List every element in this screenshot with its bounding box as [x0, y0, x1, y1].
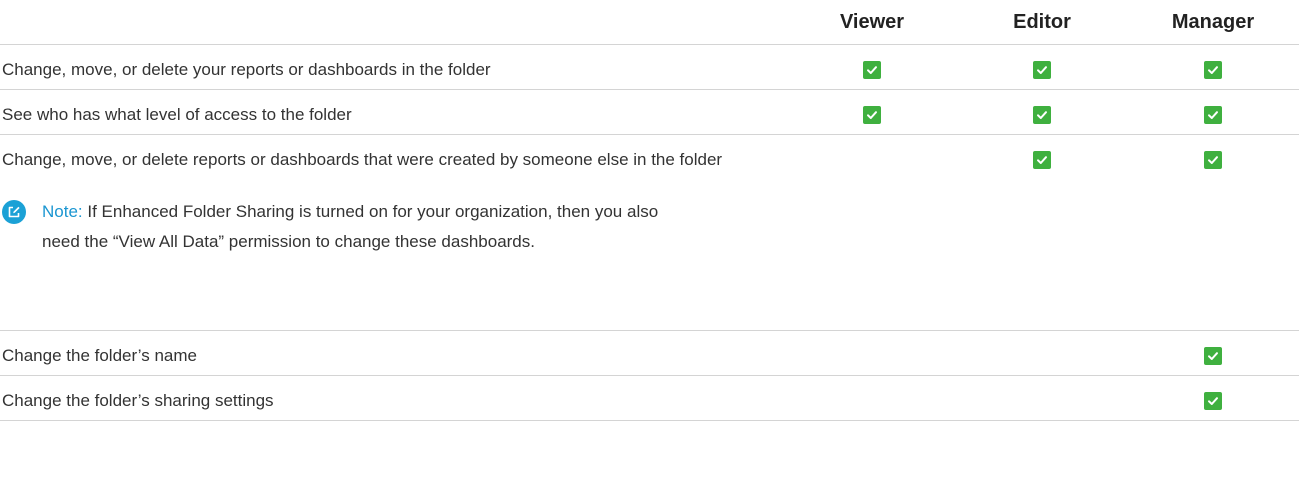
- row-label: Change the folder’s sharing settings: [0, 375, 787, 421]
- note-edit-icon: [2, 200, 26, 224]
- editor-cell: [957, 375, 1127, 421]
- checkmark-icon: [1204, 61, 1222, 79]
- row-label: Change the folder’s name: [0, 330, 787, 376]
- viewer-cell: [787, 375, 957, 421]
- checkmark-icon: [1204, 106, 1222, 124]
- header-viewer: Viewer: [787, 0, 957, 45]
- header-row: Viewer Editor Manager: [0, 0, 1299, 45]
- manager-cell: [1127, 89, 1299, 135]
- table-row: Change the folder’s sharing settings: [0, 375, 1299, 421]
- row-label: Change, move, or delete your reports or …: [0, 44, 787, 90]
- folder-access-table: Viewer Editor Manager Change, move, or d…: [0, 0, 1299, 421]
- header-manager: Manager: [1127, 0, 1299, 45]
- row-description-cell: Change, move, or delete reports or dashb…: [0, 134, 787, 331]
- checkmark-icon: [863, 106, 881, 124]
- header-editor: Editor: [957, 0, 1127, 45]
- note-text: If Enhanced Folder Sharing is turned on …: [42, 202, 659, 251]
- table-row: Change, move, or delete reports or dashb…: [0, 134, 1299, 331]
- checkmark-icon: [1033, 151, 1051, 169]
- editor-cell: [957, 44, 1127, 90]
- checkmark-icon: [1204, 151, 1222, 169]
- row-label: See who has what level of access to the …: [0, 89, 787, 135]
- manager-cell: [1127, 44, 1299, 90]
- viewer-cell: [787, 89, 957, 135]
- checkmark-icon: [1033, 61, 1051, 79]
- table-row: Change the folder’s name: [0, 330, 1299, 376]
- editor-cell: [957, 330, 1127, 376]
- row-label: Change, move, or delete reports or dashb…: [2, 150, 723, 169]
- viewer-cell: [787, 134, 957, 331]
- viewer-cell: [787, 330, 957, 376]
- manager-cell: [1127, 330, 1299, 376]
- header-description: [0, 0, 787, 45]
- checkmark-icon: [863, 61, 881, 79]
- checkmark-icon: [1204, 392, 1222, 410]
- checkmark-icon: [1204, 347, 1222, 365]
- checkmark-icon: [1033, 106, 1051, 124]
- table-row: See who has what level of access to the …: [0, 89, 1299, 135]
- viewer-cell: [787, 44, 957, 90]
- editor-cell: [957, 134, 1127, 331]
- manager-cell: [1127, 134, 1299, 331]
- note-callout: Note: If Enhanced Folder Sharing is turn…: [2, 197, 787, 257]
- editor-cell: [957, 89, 1127, 135]
- note-label: Note:: [42, 202, 83, 221]
- manager-cell: [1127, 375, 1299, 421]
- table-row: Change, move, or delete your reports or …: [0, 44, 1299, 90]
